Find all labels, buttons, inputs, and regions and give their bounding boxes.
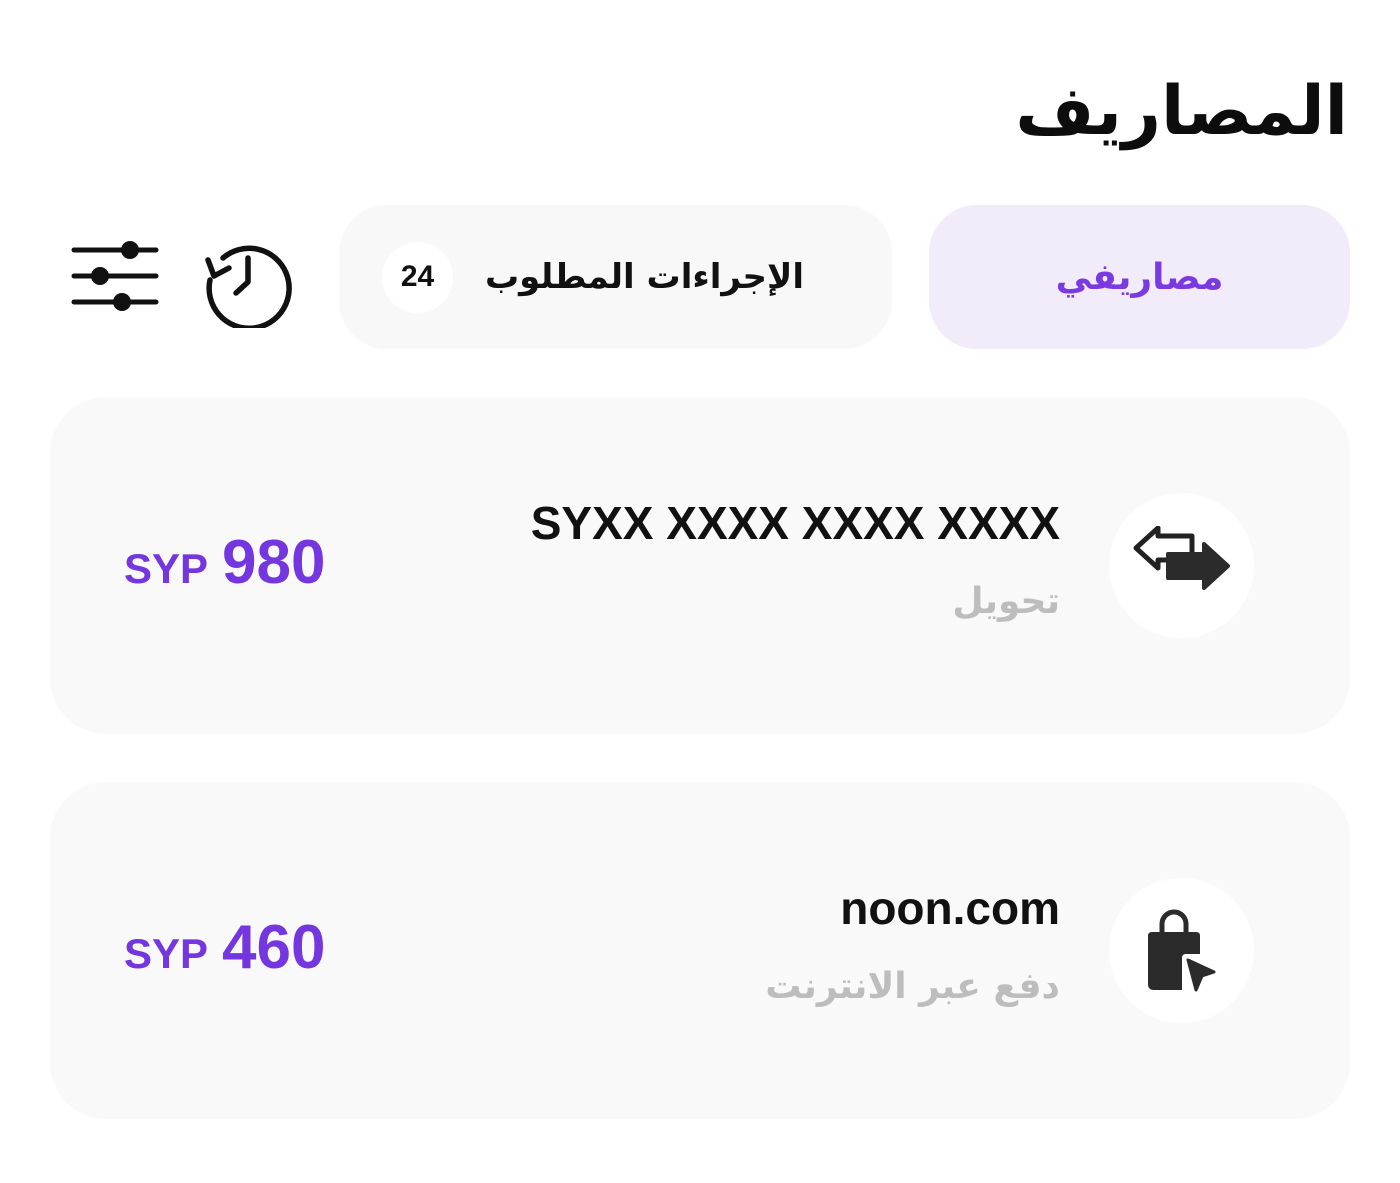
tab-required-actions[interactable]: 24 الإجراءات المطلوب bbox=[339, 205, 892, 349]
transaction-amount: SYP 980 bbox=[124, 527, 326, 598]
amount-value: 980 bbox=[222, 528, 326, 597]
count-badge: 24 bbox=[382, 241, 453, 313]
transaction-title: noon.com bbox=[840, 882, 1060, 934]
amount-value: 460 bbox=[222, 913, 326, 982]
tab-my-expenses[interactable]: مصاريفي bbox=[929, 205, 1350, 349]
sliders-icon bbox=[71, 241, 159, 311]
currency-label: SYP bbox=[124, 930, 209, 977]
tab-required-actions-label: الإجراءات المطلوب bbox=[485, 257, 805, 297]
transaction-type: دفع عبر الانترنت bbox=[765, 966, 1060, 1007]
currency-label: SYP bbox=[124, 545, 209, 592]
history-icon bbox=[205, 245, 292, 328]
transaction-amount: SYP 460 bbox=[124, 912, 326, 983]
transaction-card[interactable]: noon.com دفع عبر الانترنت SYP 460 bbox=[50, 782, 1350, 1119]
transaction-card[interactable]: SYXX XXXX XXXX XXXX تحويل SYP 980 bbox=[50, 397, 1350, 734]
tab-my-expenses-label: مصاريفي bbox=[1055, 256, 1224, 298]
history-button[interactable] bbox=[200, 232, 296, 328]
online-shopping-icon bbox=[1147, 909, 1215, 991]
transaction-icon-wrap bbox=[1109, 493, 1254, 638]
page-title: المصاريف bbox=[1015, 72, 1348, 151]
transfer-icon bbox=[1133, 525, 1230, 590]
transaction-title: SYXX XXXX XXXX XXXX bbox=[530, 497, 1060, 549]
filter-button[interactable] bbox=[70, 236, 162, 316]
transaction-icon-wrap bbox=[1109, 878, 1254, 1023]
transaction-type: تحويل bbox=[952, 581, 1060, 622]
